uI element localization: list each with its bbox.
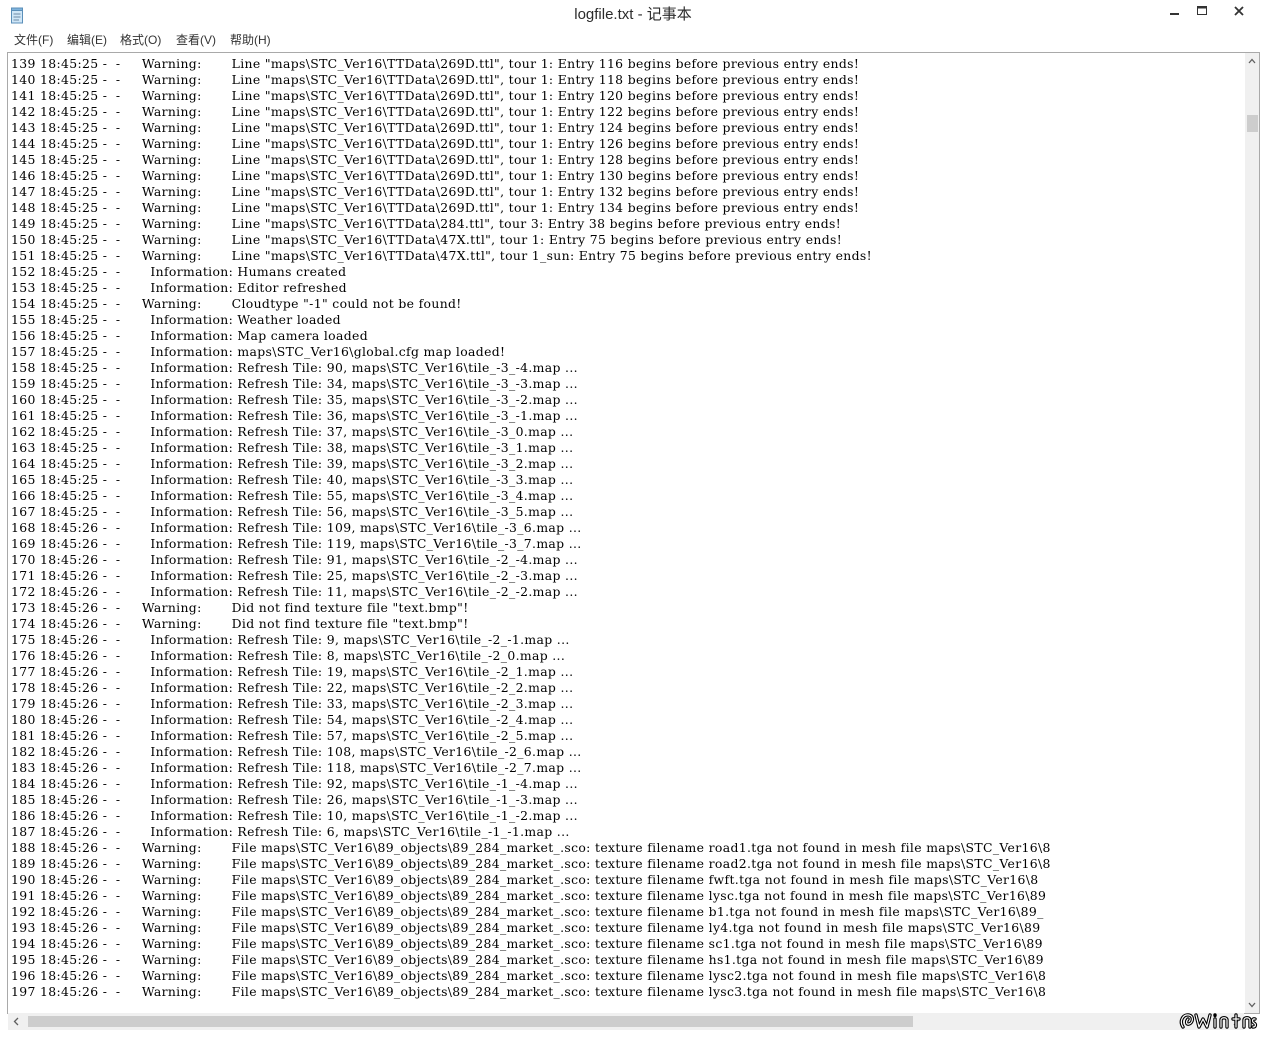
log-line: 179 18:45:26 - - Information: Refresh Ti…: [11, 696, 574, 711]
text-editor[interactable]: 139 18:45:25 - - Warning: Line "maps\STC…: [7, 52, 1260, 1014]
log-line: 156 18:45:25 - - Information: Map camera…: [11, 328, 368, 343]
log-line: 178 18:45:26 - - Information: Refresh Ti…: [11, 680, 574, 695]
title-bar[interactable]: logfile.txt - 记事本: [0, 0, 1266, 30]
log-line: 194 18:45:26 - - Warning: File maps\STC_…: [11, 936, 1043, 951]
log-line: 148 18:45:25 - - Warning: Line "maps\STC…: [11, 200, 860, 215]
log-line: 142 18:45:25 - - Warning: Line "maps\STC…: [11, 104, 860, 119]
chevron-left-icon: [13, 1017, 19, 1026]
log-line: 162 18:45:25 - - Information: Refresh Ti…: [11, 424, 574, 439]
log-line: 192 18:45:26 - - Warning: File maps\STC_…: [11, 904, 1044, 919]
log-line: 197 18:45:26 - - Warning: File maps\STC_…: [11, 984, 1047, 999]
menu-bar: 文件(F) 编辑(E) 格式(O) 查看(V) 帮助(H): [0, 30, 1266, 51]
scroll-left-button[interactable]: [8, 1013, 25, 1030]
watermark-logo-icon: [1179, 1013, 1258, 1029]
log-line: 188 18:45:26 - - Warning: File maps\STC_…: [11, 840, 1051, 855]
log-line: 146 18:45:25 - - Warning: Line "maps\STC…: [11, 168, 860, 183]
log-line: 149 18:45:25 - - Warning: Line "maps\STC…: [11, 216, 842, 231]
log-line: 157 18:45:25 - - Information: maps\STC_V…: [11, 344, 506, 359]
log-line: 170 18:45:26 - - Information: Refresh Ti…: [11, 552, 578, 567]
log-line: 168 18:45:26 - - Information: Refresh Ti…: [11, 520, 582, 535]
log-line: 184 18:45:26 - - Information: Refresh Ti…: [11, 776, 578, 791]
log-line: 191 18:45:26 - - Warning: File maps\STC_…: [11, 888, 1047, 903]
log-line: 167 18:45:25 - - Information: Refresh Ti…: [11, 504, 574, 519]
log-line: 183 18:45:26 - - Information: Refresh Ti…: [11, 760, 582, 775]
log-line: 144 18:45:25 - - Warning: Line "maps\STC…: [11, 136, 860, 151]
log-line: 166 18:45:25 - - Information: Refresh Ti…: [11, 488, 574, 503]
horizontal-scrollbar[interactable]: [8, 1013, 1244, 1030]
log-line: 169 18:45:26 - - Information: Refresh Ti…: [11, 536, 582, 551]
log-line: 147 18:45:25 - - Warning: Line "maps\STC…: [11, 184, 860, 199]
log-line: 174 18:45:26 - - Warning: Did not find t…: [11, 616, 469, 631]
log-line: 171 18:45:26 - - Information: Refresh Ti…: [11, 568, 578, 583]
log-line: 182 18:45:26 - - Information: Refresh Ti…: [11, 744, 582, 759]
log-line: 154 18:45:25 - - Warning: Cloudtype "-1"…: [11, 296, 462, 311]
log-line: 151 18:45:25 - - Warning: Line "maps\STC…: [11, 248, 872, 263]
log-line: 158 18:45:25 - - Information: Refresh Ti…: [11, 360, 578, 375]
log-line: 153 18:45:25 - - Information: Editor ref…: [11, 280, 347, 295]
log-line: 181 18:45:26 - - Information: Refresh Ti…: [11, 728, 574, 743]
window-title: logfile.txt - 记事本: [574, 6, 692, 23]
log-line: 187 18:45:26 - - Information: Refresh Ti…: [11, 824, 570, 839]
log-line: 145 18:45:25 - - Warning: Line "maps\STC…: [11, 152, 860, 167]
log-line: 185 18:45:26 - - Information: Refresh Ti…: [11, 792, 578, 807]
log-line: 150 18:45:25 - - Warning: Line "maps\STC…: [11, 232, 843, 247]
log-line: 161 18:45:25 - - Information: Refresh Ti…: [11, 408, 578, 423]
log-line: 195 18:45:26 - - Warning: File maps\STC_…: [11, 952, 1044, 967]
log-line: 159 18:45:25 - - Information: Refresh Ti…: [11, 376, 578, 391]
log-line: 141 18:45:25 - - Warning: Line "maps\STC…: [11, 88, 860, 103]
chevron-up-icon: [1248, 58, 1256, 64]
log-line: 180 18:45:26 - - Information: Refresh Ti…: [11, 712, 574, 727]
log-text-area[interactable]: 139 18:45:25 - - Warning: Line "maps\STC…: [11, 56, 1241, 1010]
log-line: 165 18:45:25 - - Information: Refresh Ti…: [11, 472, 574, 487]
menu-help[interactable]: 帮助(H): [230, 30, 271, 51]
log-line: 164 18:45:25 - - Information: Refresh Ti…: [11, 456, 574, 471]
menu-file[interactable]: 文件(F): [14, 30, 53, 51]
close-button[interactable]: [1212, 0, 1266, 24]
log-line: 175 18:45:26 - - Information: Refresh Ti…: [11, 632, 570, 647]
log-line: 172 18:45:26 - - Information: Refresh Ti…: [11, 584, 578, 599]
scroll-up-button[interactable]: [1245, 53, 1259, 70]
log-line: 160 18:45:25 - - Information: Refresh Ti…: [11, 392, 578, 407]
horizontal-scroll-thumb[interactable]: [28, 1016, 913, 1027]
log-line: 173 18:45:26 - - Warning: Did not find t…: [11, 600, 469, 615]
log-line: 152 18:45:25 - - Information: Humans cre…: [11, 264, 347, 279]
log-line: 189 18:45:26 - - Warning: File maps\STC_…: [11, 856, 1051, 871]
menu-edit[interactable]: 编辑(E): [67, 30, 107, 51]
log-line: 143 18:45:25 - - Warning: Line "maps\STC…: [11, 120, 860, 135]
log-line: 193 18:45:26 - - Warning: File maps\STC_…: [11, 920, 1041, 935]
log-line: 190 18:45:26 - - Warning: File maps\STC_…: [11, 872, 1039, 887]
log-line: 155 18:45:25 - - Information: Weather lo…: [11, 312, 341, 327]
menu-format[interactable]: 格式(O): [120, 30, 161, 51]
log-line: 163 18:45:25 - - Information: Refresh Ti…: [11, 440, 574, 455]
vertical-scroll-thumb[interactable]: [1247, 115, 1258, 132]
vertical-scrollbar[interactable]: [1245, 53, 1259, 1013]
log-line: 186 18:45:26 - - Information: Refresh Ti…: [11, 808, 578, 823]
log-line: 140 18:45:25 - - Warning: Line "maps\STC…: [11, 72, 860, 87]
log-line: 177 18:45:26 - - Information: Refresh Ti…: [11, 664, 574, 679]
log-line: 139 18:45:25 - - Warning: Line "maps\STC…: [11, 56, 860, 71]
close-icon: [1234, 6, 1244, 16]
menu-view[interactable]: 查看(V): [176, 30, 216, 51]
log-line: 196 18:45:26 - - Warning: File maps\STC_…: [11, 968, 1047, 983]
log-line: 176 18:45:26 - - Information: Refresh Ti…: [11, 648, 566, 663]
